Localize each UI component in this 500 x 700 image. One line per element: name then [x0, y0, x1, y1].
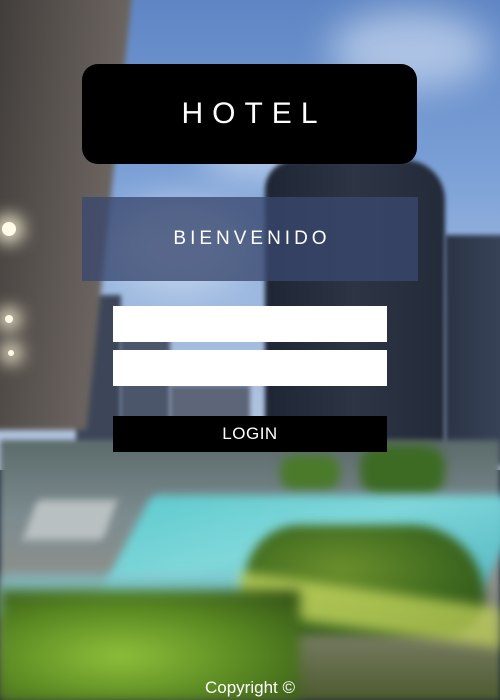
username-input[interactable]	[113, 306, 387, 342]
welcome-text: BIENVENIDO	[173, 228, 331, 249]
hotel-title-banner: HOTEL	[82, 64, 417, 164]
login-button[interactable]: LOGIN	[113, 416, 387, 452]
password-input[interactable]	[113, 350, 387, 386]
page-title: HOTEL	[181, 97, 327, 130]
copyright-text: Copyright ©	[204, 678, 295, 697]
welcome-banner: BIENVENIDO	[82, 197, 418, 281]
